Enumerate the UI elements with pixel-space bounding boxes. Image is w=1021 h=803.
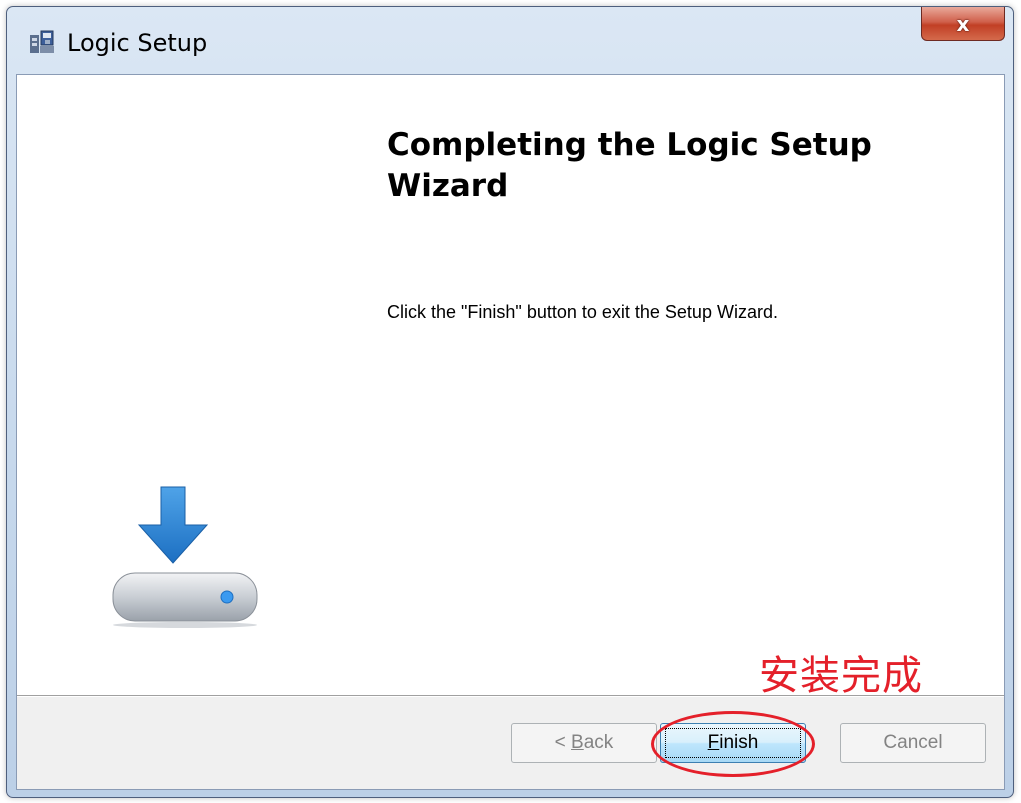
- focus-indicator: [665, 728, 801, 758]
- cancel-button[interactable]: Cancel: [840, 723, 986, 763]
- download-to-drive-icon: [112, 486, 258, 628]
- instruction-text: Click the "Finish" button to exit the Se…: [387, 302, 778, 322]
- button-bar: < Back Finish Cancel: [17, 695, 1004, 789]
- wizard-client-area: Completing the Logic Setup Wizard Click …: [16, 74, 1005, 790]
- installer-icon: [30, 30, 54, 53]
- close-button[interactable]: x: [921, 7, 1005, 41]
- wizard-main-panel: Completing the Logic Setup Wizard Click …: [17, 75, 1004, 699]
- title-bar[interactable]: Logic Setup x: [7, 7, 1013, 73]
- page-title: Completing the Logic Setup Wizard: [387, 127, 872, 204]
- back-button[interactable]: < Back: [511, 723, 657, 763]
- back-label-prefix: <: [554, 732, 572, 753]
- window-title: Logic Setup: [67, 29, 208, 57]
- back-label-rest: ack: [583, 732, 614, 753]
- setup-window: Logic Setup x Completing the Logic Setup…: [6, 6, 1014, 798]
- close-icon: x: [956, 11, 970, 36]
- back-mnemonic: B: [571, 732, 584, 753]
- finish-button[interactable]: Finish: [660, 723, 806, 763]
- completion-annotation: 安装完成: [759, 653, 923, 699]
